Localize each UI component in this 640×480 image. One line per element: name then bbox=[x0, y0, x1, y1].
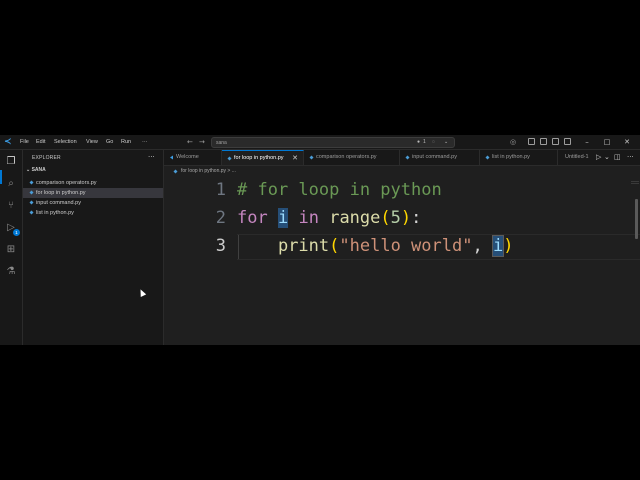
toggle-secondary-sidebar-icon[interactable] bbox=[552, 138, 559, 145]
menu-go[interactable]: Go bbox=[106, 135, 113, 149]
extensions-icon[interactable]: ⊞ bbox=[5, 244, 17, 256]
chevron-down-icon[interactable]: ⌄ bbox=[444, 138, 448, 147]
paren-token: ) bbox=[503, 236, 514, 256]
copilot-icon[interactable]: ● bbox=[417, 138, 420, 147]
python-file-icon bbox=[405, 155, 410, 160]
file-item[interactable]: input command.py bbox=[23, 198, 163, 208]
vscode-window: ≺ File Edit Selection View Go Run ··· ← … bbox=[0, 135, 640, 345]
tab-welcome[interactable]: Welcome bbox=[164, 150, 222, 165]
minimap-line bbox=[631, 181, 639, 182]
code-line-3[interactable]: print("hello world", i) bbox=[237, 235, 514, 257]
split-editor-icon[interactable]: ◫ bbox=[614, 150, 621, 165]
number-token: 5 bbox=[390, 208, 401, 228]
title-bar: ≺ File Edit Selection View Go Run ··· ← … bbox=[0, 135, 640, 150]
python-file-icon bbox=[173, 169, 178, 174]
more-actions-icon[interactable]: ··· bbox=[148, 153, 155, 161]
breadcrumb[interactable]: for loop in python.py > ... bbox=[164, 166, 640, 176]
customize-layout-icon[interactable] bbox=[564, 138, 571, 145]
activity-bar: ❐ ⌕ ⑂ ▷ 1 ⊞ ⚗ bbox=[0, 150, 23, 345]
file-item[interactable]: list in python.py bbox=[23, 208, 163, 218]
active-indicator bbox=[0, 170, 2, 184]
python-file-icon bbox=[485, 155, 490, 160]
source-control-badge: 1 bbox=[13, 229, 20, 236]
code-line-1[interactable]: # for loop in python bbox=[237, 180, 442, 200]
run-debug-icon[interactable]: ▷ 1 bbox=[5, 222, 20, 236]
run-chevron-down-icon[interactable]: ⌄ bbox=[604, 150, 610, 165]
code-line-2[interactable]: for i in range(5): bbox=[237, 208, 421, 228]
close-tab-icon[interactable]: ✕ bbox=[292, 151, 298, 166]
chat-icon[interactable]: ◌ bbox=[432, 138, 435, 147]
line-number-current: 3 bbox=[215, 236, 226, 256]
vscode-logo-icon: ≺ bbox=[4, 137, 12, 147]
close-window-icon[interactable]: ✕ bbox=[620, 135, 634, 149]
minimap-line bbox=[631, 183, 639, 184]
search-input[interactable] bbox=[216, 138, 396, 147]
menu-selection[interactable]: Selection bbox=[54, 135, 77, 149]
tab-comparison-operators[interactable]: comparison operators.py bbox=[304, 150, 400, 165]
line-number: 1 bbox=[215, 180, 226, 200]
minimize-icon[interactable]: – bbox=[580, 135, 594, 149]
editor-more-icon[interactable]: ··· bbox=[627, 150, 634, 165]
copilot-count: 1 bbox=[423, 139, 426, 145]
testing-icon[interactable]: ⚗ bbox=[5, 266, 17, 278]
tab-untitled-1[interactable]: Untitled-1 bbox=[558, 150, 594, 165]
menu-file[interactable]: File bbox=[20, 135, 29, 149]
python-file-icon bbox=[309, 155, 314, 160]
explorer-sidebar: EXPLORER ··· ⌄ SANA comparison operators… bbox=[23, 150, 164, 345]
line-number: 2 bbox=[215, 208, 226, 228]
keyword-token: in bbox=[298, 208, 319, 228]
toggle-panel-icon[interactable] bbox=[540, 138, 547, 145]
accounts-icon[interactable]: ◎ bbox=[510, 135, 516, 149]
editor-tabs: Welcome for loop in python.py ✕ comparis… bbox=[164, 150, 640, 166]
explorer-icon[interactable]: ❐ bbox=[5, 156, 17, 168]
menu-view[interactable]: View bbox=[86, 135, 98, 149]
menu-more[interactable]: ··· bbox=[142, 135, 148, 149]
maximize-icon[interactable]: □ bbox=[600, 135, 614, 149]
python-file-icon bbox=[227, 156, 232, 161]
comment-token: # for loop in python bbox=[237, 180, 442, 200]
scrollbar-thumb[interactable] bbox=[635, 199, 638, 239]
comma-token: , bbox=[472, 236, 493, 256]
variable-token: i bbox=[277, 208, 289, 228]
tab-for-loop-in-python[interactable]: for loop in python.py ✕ bbox=[222, 150, 304, 165]
tab-input-command[interactable]: input command.py bbox=[400, 150, 480, 165]
back-arrow-icon[interactable]: ← bbox=[187, 135, 193, 149]
search-icon[interactable]: ⌕ bbox=[5, 178, 17, 190]
variable-token: i bbox=[491, 235, 505, 257]
command-center[interactable]: ● 1 ◌ ⌄ bbox=[211, 137, 455, 148]
code-editor[interactable]: 1 2 3 # for loop in python for i in rang… bbox=[164, 177, 640, 345]
explorer-title: EXPLORER bbox=[32, 155, 61, 161]
tab-list-in-python[interactable]: list in python.py bbox=[480, 150, 558, 165]
menu-run[interactable]: Run bbox=[121, 135, 131, 149]
keyword-token: for bbox=[237, 208, 268, 228]
string-token: "hello world" bbox=[339, 236, 473, 256]
python-file-icon bbox=[29, 180, 34, 185]
paren-token: ( bbox=[329, 236, 340, 256]
toggle-primary-sidebar-icon[interactable] bbox=[528, 138, 535, 145]
vscode-welcome-icon bbox=[170, 155, 173, 160]
file-item[interactable]: comparison operators.py bbox=[23, 178, 163, 188]
source-control-icon[interactable]: ⑂ bbox=[5, 200, 17, 212]
menu-edit[interactable]: Edit bbox=[36, 135, 45, 149]
colon-token: : bbox=[411, 208, 422, 228]
python-file-icon bbox=[29, 200, 34, 205]
function-token: print bbox=[277, 236, 330, 256]
function-token: range bbox=[329, 208, 381, 228]
python-file-icon bbox=[29, 190, 34, 195]
workspace-folder[interactable]: ⌄ SANA bbox=[26, 167, 46, 173]
file-item-selected[interactable]: for loop in python.py bbox=[23, 188, 163, 198]
paren-token: ) bbox=[400, 208, 412, 228]
python-file-icon bbox=[29, 210, 34, 215]
forward-arrow-icon[interactable]: → bbox=[199, 135, 205, 149]
run-python-file-icon[interactable]: ▷ bbox=[596, 150, 601, 165]
paren-token: ( bbox=[380, 208, 391, 228]
